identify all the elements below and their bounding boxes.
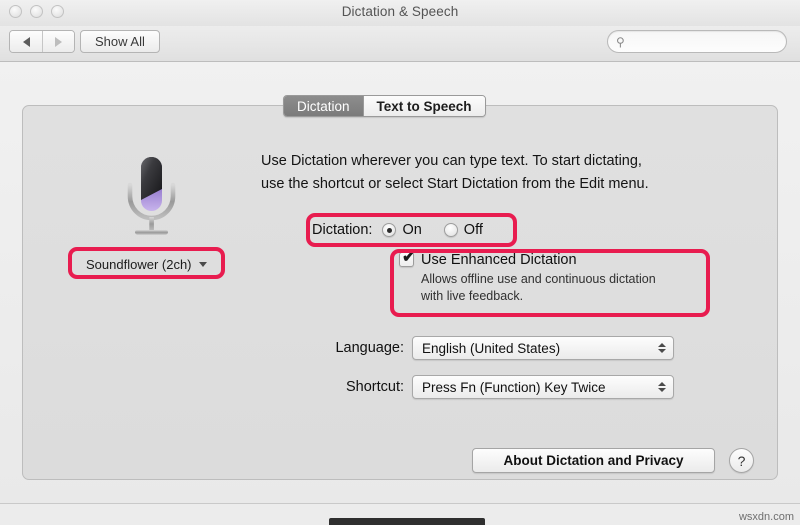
show-all-label: Show All xyxy=(95,34,145,49)
microphone-icon xyxy=(127,157,176,235)
tab-bar: Dictation Text to Speech xyxy=(283,95,486,117)
stepper-arrows-icon xyxy=(658,343,666,353)
window-titlebar: Dictation & Speech xyxy=(0,0,800,26)
enhanced-dictation-sublabel: Allows offline use and continuous dictat… xyxy=(421,271,696,305)
microphone-source-value: Soundflower (2ch) xyxy=(86,256,192,272)
dock-edge xyxy=(329,518,485,525)
system-preferences-window: Dictation & Speech Show All ⚲ Dictation … xyxy=(0,0,800,504)
dictation-description-line2: use the shortcut or select Start Dictati… xyxy=(261,176,649,192)
language-popup-button[interactable]: English (United States) xyxy=(412,336,674,360)
checkmark-icon: ✔ xyxy=(402,249,416,266)
enhanced-dictation-sublabel-line2: with live feedback. xyxy=(421,289,524,303)
tab-text-to-speech-label: Text to Speech xyxy=(376,98,472,114)
microphone-source-popup[interactable]: Soundflower (2ch) xyxy=(77,252,216,276)
dictation-radio-row: Dictation: On Off xyxy=(312,219,505,241)
tab-dictation[interactable]: Dictation xyxy=(284,96,363,116)
search-input[interactable] xyxy=(628,34,779,49)
shortcut-label: Shortcut: xyxy=(345,379,404,395)
watermark: wsxdn.com xyxy=(738,511,794,523)
forward-arrow-icon xyxy=(55,36,62,47)
dictation-description-line1: Use Dictation wherever you can type text… xyxy=(261,153,642,169)
radio-off-label: Off xyxy=(463,222,483,238)
language-row: Language: English (United States) xyxy=(312,336,674,360)
search-icon: ⚲ xyxy=(616,34,625,49)
window-title: Dictation & Speech xyxy=(341,4,459,19)
tab-text-to-speech[interactable]: Text to Speech xyxy=(362,96,485,116)
shortcut-row: Shortcut: Press Fn (Function) Key Twice xyxy=(312,375,674,399)
radio-on-label: On xyxy=(402,222,422,238)
back-button[interactable] xyxy=(10,31,42,52)
enhanced-dictation-checkbox-row[interactable]: ✔ Use Enhanced Dictation xyxy=(399,249,699,268)
about-dictation-and-privacy-button[interactable]: About Dictation and Privacy xyxy=(472,448,715,473)
dictation-description: Use Dictation wherever you can type text… xyxy=(261,150,731,196)
search-field[interactable]: ⚲ xyxy=(607,30,787,53)
enhanced-dictation-block: ✔ Use Enhanced Dictation Allows offline … xyxy=(399,249,699,305)
radio-dictation-on[interactable]: On xyxy=(382,222,422,238)
question-mark-icon: ? xyxy=(737,452,746,469)
enhanced-dictation-sublabel-line1: Allows offline use and continuous dictat… xyxy=(421,272,656,286)
caret-down-icon xyxy=(198,261,207,267)
help-button[interactable]: ? xyxy=(729,448,754,473)
enhanced-dictation-label: Use Enhanced Dictation xyxy=(421,252,577,268)
navigation-segmented-control xyxy=(9,30,75,53)
language-value: English (United States) xyxy=(422,340,561,356)
show-all-button[interactable]: Show All xyxy=(80,30,160,53)
shortcut-popup-button[interactable]: Press Fn (Function) Key Twice xyxy=(412,375,674,399)
forward-button[interactable] xyxy=(42,31,74,52)
stepper-arrows-icon xyxy=(658,382,666,392)
preferences-toolbar: Show All ⚲ xyxy=(0,26,800,62)
tab-dictation-label: Dictation xyxy=(297,98,350,114)
radio-dictation-off[interactable]: Off xyxy=(443,222,483,238)
dictation-label: Dictation: xyxy=(312,222,373,238)
language-label: Language: xyxy=(335,340,404,356)
radio-off-icon xyxy=(443,223,458,237)
back-arrow-icon xyxy=(22,36,30,47)
shortcut-value: Press Fn (Function) Key Twice xyxy=(422,379,606,395)
about-button-label: About Dictation and Privacy xyxy=(503,453,684,468)
enhanced-dictation-checkbox-icon[interactable]: ✔ xyxy=(399,249,416,267)
radio-on-icon xyxy=(382,223,397,237)
